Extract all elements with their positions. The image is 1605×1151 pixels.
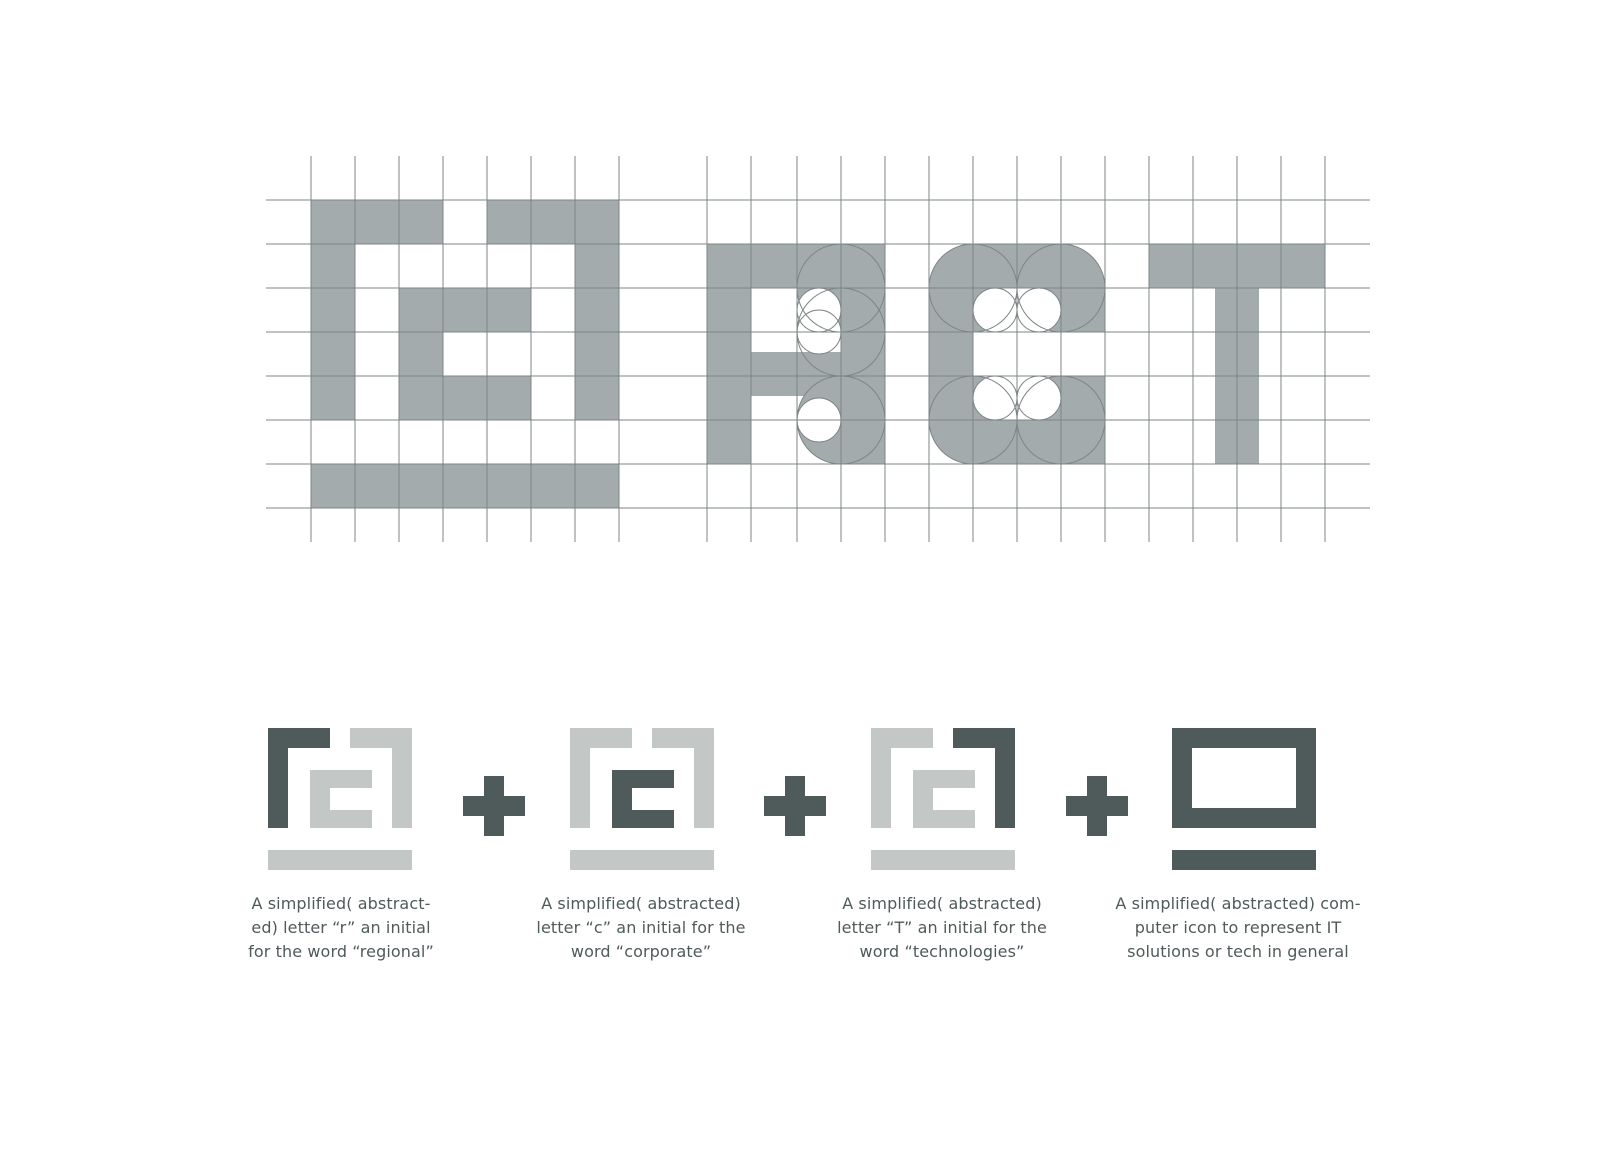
caption-line: letter “T” an initial for the <box>837 918 1047 937</box>
logo-grid-construction <box>266 156 1370 870</box>
caption-line: letter “c” an initial for the <box>536 918 746 937</box>
caption-technologies: A simplified( abstracted) letter “T” an … <box>822 892 1062 964</box>
caption-line: solutions or tech in general <box>1127 942 1349 961</box>
mark-piece <box>995 728 1015 828</box>
plus-vertical <box>484 776 504 836</box>
mark-piece <box>612 770 632 828</box>
caption-corporate: A simplified( abstracted) letter “c” an … <box>521 892 761 964</box>
plus-icon <box>1066 776 1128 836</box>
mark-piece <box>570 850 714 870</box>
monitor-top <box>1172 728 1316 748</box>
mark-piece <box>570 728 590 828</box>
caption-line: A simplified( abstracted) <box>842 894 1042 913</box>
plus-icon <box>764 776 826 836</box>
letter-t-mark <box>871 728 1015 870</box>
keyboard-bar <box>1172 850 1316 870</box>
letterform-cell <box>311 200 355 420</box>
mark-piece <box>913 770 933 828</box>
caption-line: word “technologies” <box>859 942 1025 961</box>
mark-piece <box>268 728 288 828</box>
caption-it-solutions: A simplified( abstracted) com- puter ico… <box>1108 892 1368 964</box>
caption-line: for the word “regional” <box>248 942 434 961</box>
caption-line: word “corporate” <box>570 942 712 961</box>
letterform-shape <box>929 288 973 420</box>
mark-piece <box>933 810 975 828</box>
mark-piece <box>694 728 714 828</box>
plus-vertical <box>1087 776 1107 836</box>
mark-piece <box>392 728 412 828</box>
symbol-row <box>268 728 1316 870</box>
letterform-cell <box>575 200 619 420</box>
mark-piece <box>871 850 1015 870</box>
mark-piece <box>632 810 674 828</box>
caption-line: puter icon to represent IT <box>1134 918 1342 937</box>
mark-piece <box>268 850 412 870</box>
plus-vertical <box>785 776 805 836</box>
caption-line: A simplified( abstracted) <box>541 894 741 913</box>
letterform-shape <box>1061 288 1105 332</box>
plus-icon <box>463 776 525 836</box>
mark-piece <box>310 770 330 828</box>
letter-r-mark <box>268 728 412 870</box>
letterform-cell <box>399 288 443 420</box>
caption-line: A simplified( abstracted) com- <box>1115 894 1361 913</box>
caption-line: A simplified( abstract- <box>251 894 431 913</box>
caption-line: ed) letter “r” an initial <box>251 918 431 937</box>
letterform-cell <box>311 464 619 508</box>
mark-piece <box>330 810 372 828</box>
caption-regional: A simplified( abstract- ed) letter “r” a… <box>229 892 453 964</box>
grid-letter-b <box>707 243 886 465</box>
letter-c-mark <box>570 728 714 870</box>
monitor-bottom <box>1172 808 1316 828</box>
mark-piece <box>871 728 891 828</box>
computer-icon-mark <box>1172 728 1316 870</box>
